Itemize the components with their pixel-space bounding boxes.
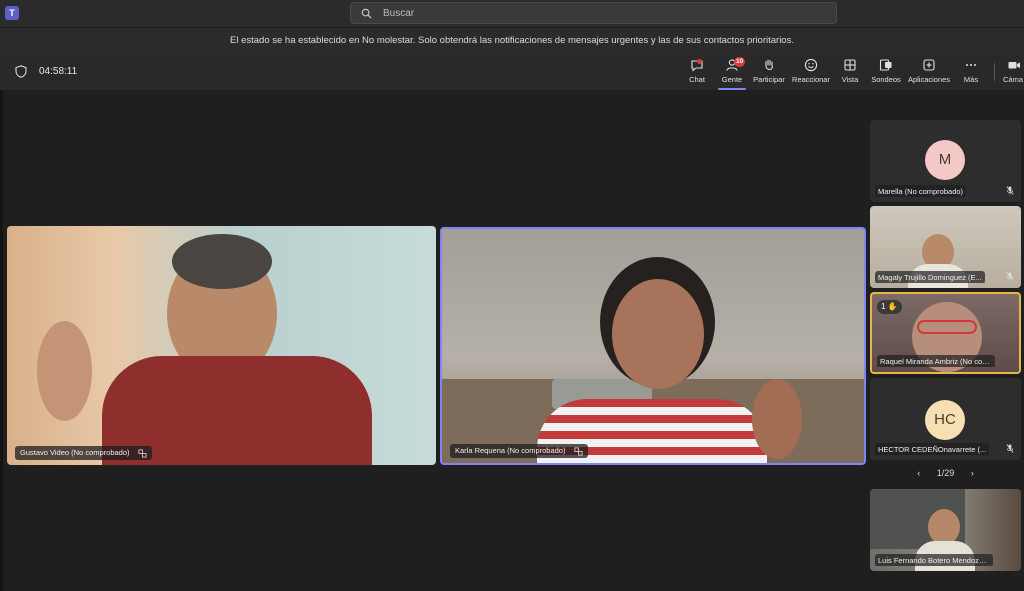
raised-hand-badge: 1 ✋ <box>877 300 902 314</box>
avatar: M <box>925 140 965 180</box>
grid-view-icon <box>844 59 856 71</box>
shield-icon <box>15 65 27 78</box>
glasses <box>917 320 977 334</box>
emoji-icon <box>804 58 818 72</box>
participant-name-tag: Marella (No comprobado) <box>875 184 1016 197</box>
camera-button[interactable]: Cáma <box>1003 56 1024 88</box>
polls-button[interactable]: Sondeos <box>870 56 902 88</box>
toolbar-divider <box>994 63 995 81</box>
do-not-disturb-notice: El estado se ha establecido en No molest… <box>0 27 1024 53</box>
mic-muted-icon <box>1006 272 1014 281</box>
mic-muted-icon <box>1006 444 1014 453</box>
people-count-badge: 10 <box>734 57 746 67</box>
thumbs-up-hand <box>37 321 92 421</box>
plus-icon <box>923 59 935 71</box>
chat-button[interactable]: Chat <box>683 56 711 88</box>
search-input[interactable]: Buscar <box>383 8 414 19</box>
teams-logo-icon: T <box>5 6 19 20</box>
search-box[interactable]: Buscar <box>350 2 837 24</box>
avatar: HC <box>925 400 965 440</box>
participant-video-karla[interactable]: Karla Requena (No comprobado) <box>440 227 866 465</box>
polls-icon <box>879 59 892 71</box>
apps-button[interactable]: Aplicaciones <box>906 56 952 88</box>
view-button[interactable]: Vista <box>838 56 862 88</box>
participant-tile-luis[interactable]: Luis Fernando Botero Mendoza ... <box>870 489 1021 571</box>
person-head <box>612 279 704 389</box>
search-icon <box>361 8 372 19</box>
person-hair <box>172 234 272 289</box>
title-bar: T Buscar <box>0 0 1024 27</box>
participant-name-tag: Karla Requena (No comprobado) <box>450 444 588 458</box>
meeting-toolbar: 04:58:11 Chat 10 Gente Participar Reacci… <box>0 53 1024 90</box>
participant-pager: ‹ 1/29 › <box>870 468 1021 482</box>
more-button[interactable]: Más <box>959 56 983 88</box>
participant-tile-marella[interactable]: M Marella (No comprobado) <box>870 120 1021 202</box>
chat-notification-dot <box>697 59 702 64</box>
participant-name-tag: Magaly Trujillo Dominguez (E... <box>875 270 1016 283</box>
participant-tile-hector[interactable]: HC HECTOR CEDEÑOnavarrete (... <box>870 378 1021 460</box>
participant-video-gustavo[interactable]: Gustavo Video (No comprobado) <box>7 226 436 465</box>
chevron-right-icon[interactable]: › <box>971 468 974 478</box>
page-indicator: 1/29 <box>936 468 955 478</box>
person-head <box>928 509 960 545</box>
raise-hand-button[interactable]: Participar <box>752 56 786 88</box>
meeting-timer: 04:58:11 <box>39 66 78 77</box>
react-button[interactable]: Reaccionar <box>791 56 831 88</box>
participant-name-tag: Gustavo Video (No comprobado) <box>15 446 152 460</box>
camera-icon <box>1008 62 1020 69</box>
participant-tile-raquel[interactable]: 1 ✋ Raquel Miranda Ambriz (No comp... <box>870 292 1021 374</box>
unverified-icon <box>574 447 583 456</box>
participant-name-tag: Luis Fernando Botero Mendoza ... <box>875 553 1016 566</box>
raise-hand-icon: ✋ <box>887 302 898 311</box>
mic-muted-icon <box>1006 186 1014 195</box>
raise-hand-icon <box>765 59 774 70</box>
people-button[interactable]: 10 Gente <box>716 56 748 90</box>
participant-tile-magaly[interactable]: Magaly Trujillo Dominguez (E... <box>870 206 1021 288</box>
chevron-left-icon[interactable]: ‹ <box>917 468 920 478</box>
participant-name-tag: Raquel Miranda Ambriz (No comp... <box>877 354 1014 367</box>
participant-name-tag: HECTOR CEDEÑOnavarrete (... <box>875 442 1016 455</box>
thumbs-up-hand <box>752 379 802 459</box>
unverified-icon <box>138 449 147 458</box>
stage-left-edge <box>0 90 3 591</box>
more-icon <box>966 64 976 66</box>
